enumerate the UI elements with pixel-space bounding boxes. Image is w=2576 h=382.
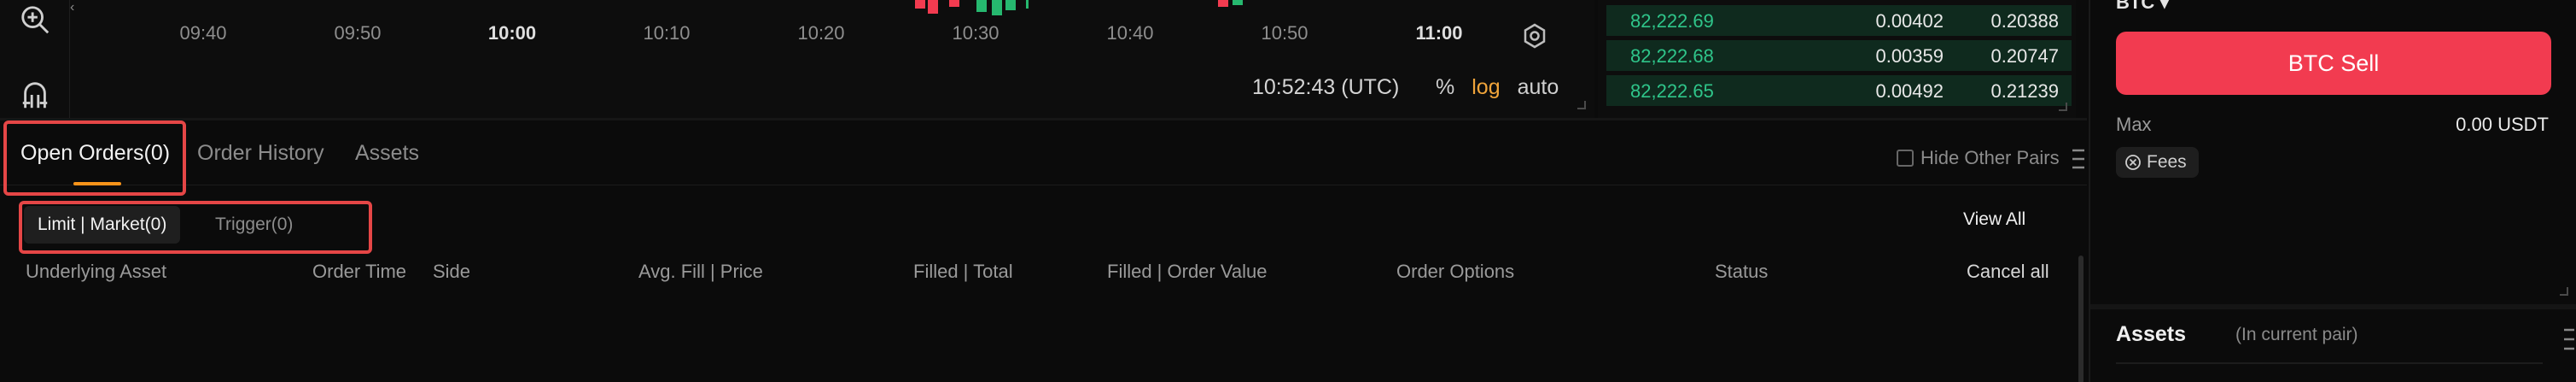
col-side: Side xyxy=(433,261,471,282)
order-book-row[interactable]: 82,222.69 0.00402 0.20388 xyxy=(1606,5,2072,36)
zoom-in-icon[interactable] xyxy=(15,0,55,39)
order-book-row[interactable]: 82,222.65 0.00492 0.21239 xyxy=(1606,75,2072,106)
assets-subtitle: (In current pair) xyxy=(2235,325,2358,344)
utc-time-readout: 10:52:43 (UTC) xyxy=(1252,75,1400,99)
order-qty: 0.00492 xyxy=(1875,80,1944,102)
time-tick: 10:10 xyxy=(643,22,691,44)
fees-label: Fees xyxy=(2147,152,2187,172)
btc-sell-button[interactable]: BTC Sell xyxy=(2116,32,2551,95)
fees-icon xyxy=(2125,155,2141,170)
pair-selector[interactable]: BTC ▾ xyxy=(2116,0,2169,14)
col-underlying-asset: Underlying Asset xyxy=(26,261,167,282)
time-axis: 09:40 09:50 10:00 10:10 10:20 10:30 10:4… xyxy=(70,22,1521,53)
time-tick: 09:50 xyxy=(334,22,382,44)
order-qty: 0.00359 xyxy=(1875,45,1944,67)
auto-scale-toggle[interactable]: auto xyxy=(1518,75,1559,100)
order-price: 82,222.68 xyxy=(1630,45,1714,67)
panel-divider xyxy=(2090,304,2576,309)
menu-icon[interactable] xyxy=(2072,148,2084,170)
order-total: 0.20747 xyxy=(1990,45,2059,67)
candle xyxy=(976,0,987,12)
orders-scrollbar[interactable] xyxy=(2078,256,2084,382)
max-value: 0.00 USDT xyxy=(2456,114,2549,135)
hide-other-pairs-checkbox[interactable] xyxy=(1897,150,1914,167)
orders-tabs: Open Orders(0) Order History Assets Hide… xyxy=(0,120,2087,196)
order-price: 82,222.65 xyxy=(1630,80,1714,102)
candle xyxy=(1026,0,1029,9)
chart-settings-icon[interactable] xyxy=(1521,22,1548,50)
candle xyxy=(1005,0,1016,10)
order-total: 0.21239 xyxy=(1990,80,2059,102)
time-tick: 10:00 xyxy=(487,22,537,44)
chart-tool-strip xyxy=(0,0,70,118)
log-scale-toggle[interactable]: log xyxy=(1472,75,1500,100)
drag-handle-icon[interactable] xyxy=(2564,326,2574,352)
assets-divider xyxy=(2116,362,2543,364)
col-status: Status xyxy=(1715,261,1769,282)
cancel-all-button[interactable]: Cancel all xyxy=(1967,261,2049,283)
highlight-box-tab xyxy=(3,120,186,196)
time-tick: 10:30 xyxy=(952,22,1000,44)
magnet-icon[interactable] xyxy=(15,75,55,115)
candle xyxy=(1218,0,1228,7)
time-tick: 11:00 xyxy=(1415,22,1463,44)
assets-title: Assets xyxy=(2116,322,2186,346)
max-label: Max xyxy=(2116,114,2152,135)
candle xyxy=(949,0,959,7)
order-book-row[interactable]: 82,222.68 0.00359 0.20747 xyxy=(1606,40,2072,71)
hide-other-pairs-toggle[interactable]: Hide Other Pairs xyxy=(1897,147,2060,169)
tab-assets[interactable]: Assets xyxy=(355,141,419,166)
candle xyxy=(1233,0,1243,5)
resize-handle[interactable] xyxy=(2059,103,2067,111)
resize-handle[interactable] xyxy=(1577,101,1586,109)
candle xyxy=(928,0,938,14)
time-tick: 09:40 xyxy=(179,22,227,44)
order-price: 82,222.69 xyxy=(1630,10,1714,32)
orders-section: Open Orders(0) Order History Assets Hide… xyxy=(0,118,2087,382)
col-filled-order-value: Filled | Order Value xyxy=(1107,261,1268,282)
time-tick: 10:50 xyxy=(1261,22,1308,44)
resize-handle[interactable] xyxy=(2560,287,2568,296)
time-tick: 10:20 xyxy=(797,22,845,44)
percent-scale-toggle[interactable]: % xyxy=(1436,75,1454,100)
highlight-box-subtabs xyxy=(19,201,372,254)
price-chart[interactable]: ‹ 09:40 09:50 10:00 10:10 10:20 10:30 10… xyxy=(70,0,1594,118)
time-tick: 10:40 xyxy=(1106,22,1154,44)
order-qty: 0.00402 xyxy=(1875,10,1944,32)
col-filled-total: Filled | Total xyxy=(913,261,1013,282)
tab-order-history[interactable]: Order History xyxy=(197,141,324,166)
trade-panel: BTC ▾ BTC Sell Max 0.00 USDT Fees Assets… xyxy=(2089,0,2576,382)
col-order-time: Order Time xyxy=(312,261,407,282)
order-total: 0.20388 xyxy=(1990,10,2059,32)
order-book: 82,222.69 0.00402 0.20388 82,222.68 0.00… xyxy=(1598,0,2076,118)
col-avg-fill-price: Avg. Fill | Price xyxy=(638,261,763,282)
view-all-link[interactable]: View All xyxy=(1963,209,2025,230)
candle xyxy=(992,0,1002,15)
col-order-options: Order Options xyxy=(1396,261,1515,282)
scale-options: % log auto xyxy=(1436,75,1559,100)
candle xyxy=(915,0,925,9)
fees-button[interactable]: Fees xyxy=(2116,147,2199,178)
chevron-left-icon[interactable]: ‹ xyxy=(70,0,84,15)
hide-other-pairs-label: Hide Other Pairs xyxy=(1920,147,2060,168)
